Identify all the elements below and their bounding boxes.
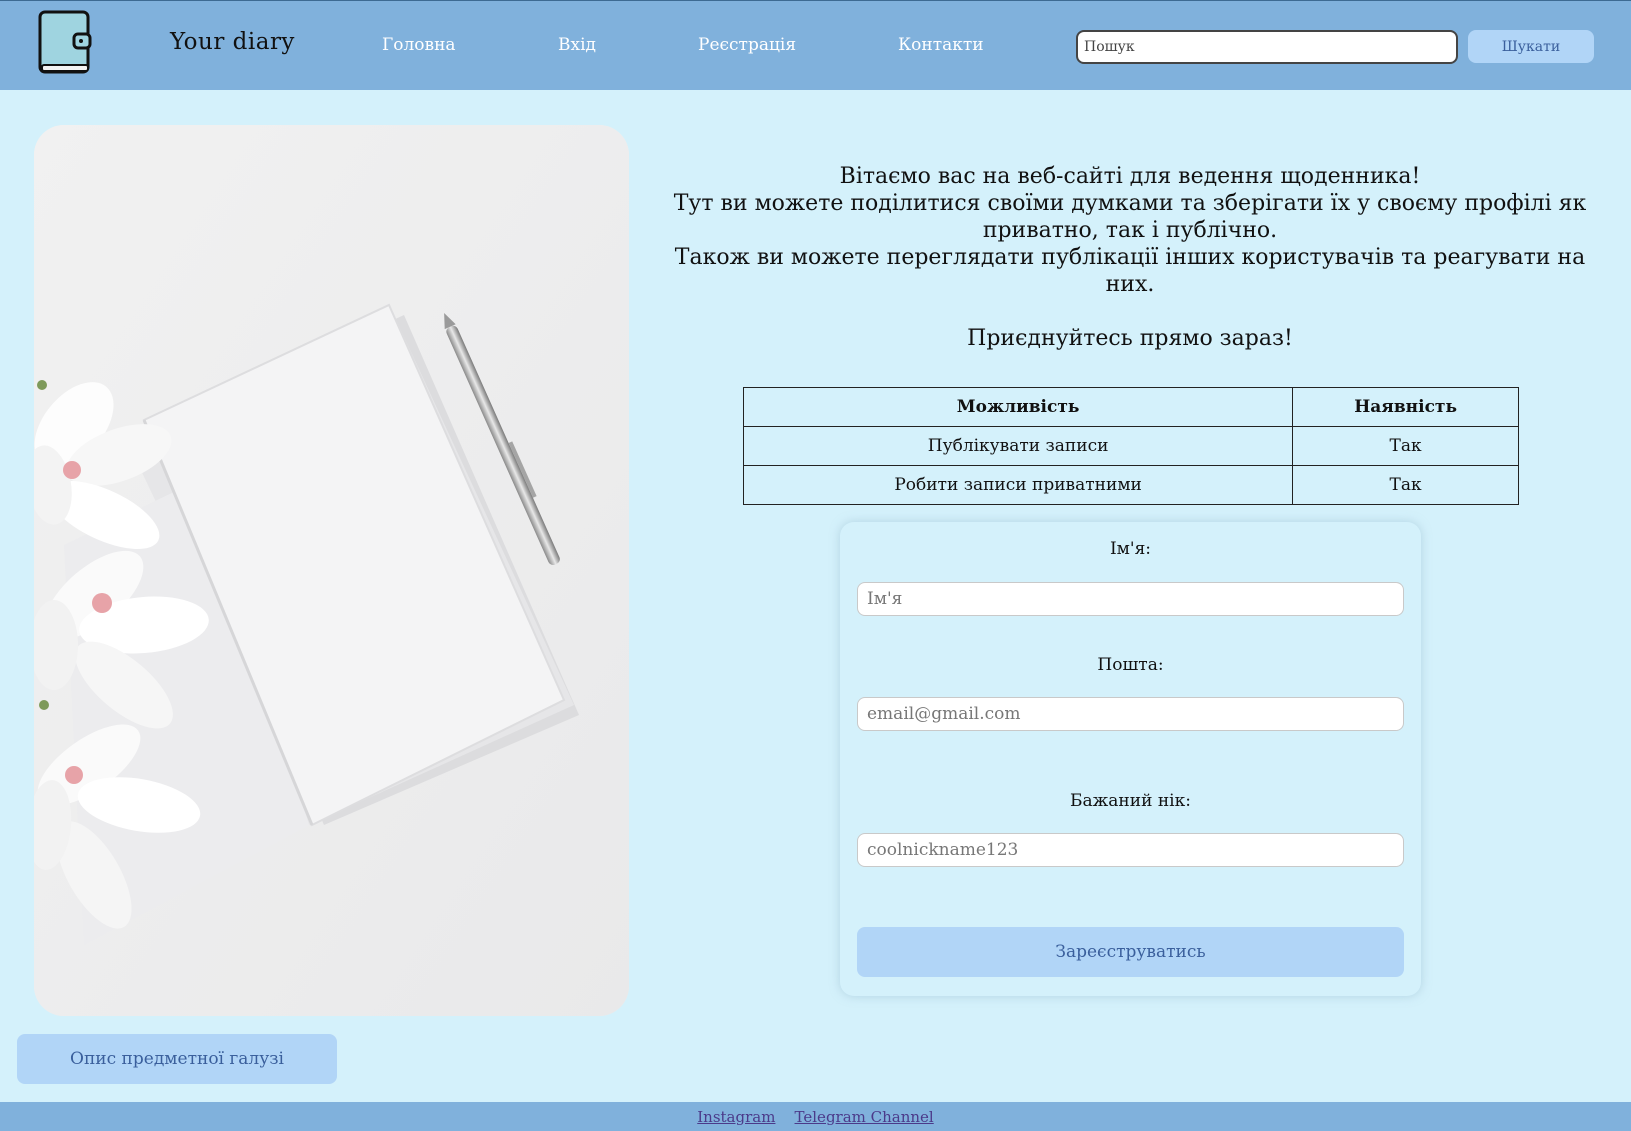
- intro-line-1: Вітаємо вас на веб-сайті для ведення щод…: [839, 164, 1421, 189]
- notebook-flowers-photo-icon: [34, 125, 629, 1016]
- table-header-cell: Можливість: [742, 387, 1294, 427]
- intro-text: Вітаємо вас на веб-сайті для ведення щод…: [670, 163, 1590, 352]
- site-footer: Instagram Telegram Channel: [0, 1102, 1631, 1131]
- intro-line-2: Тут ви можете поділитися своїми думками …: [673, 191, 1587, 243]
- name-field[interactable]: [857, 582, 1404, 616]
- domain-description-button[interactable]: Опис предметної галузі: [17, 1034, 337, 1084]
- features-table: Можливість Наявність Публікувати записи …: [742, 387, 1519, 505]
- nav-home[interactable]: Головна: [382, 35, 456, 55]
- nav-contacts[interactable]: Контакти: [898, 35, 984, 55]
- brand-title: Your diary: [170, 29, 295, 55]
- registration-form: Ім'я: Пошта: Бажаний нік: Зареєструватис…: [840, 522, 1421, 996]
- search-button[interactable]: Шукати: [1468, 30, 1594, 63]
- table-header-row: Можливість Наявність: [742, 387, 1519, 427]
- table-row: Публікувати записи Так: [742, 426, 1519, 466]
- join-call: Приєднуйтесь прямо зараз!: [967, 326, 1293, 351]
- telegram-link[interactable]: Telegram Channel: [795, 1108, 934, 1126]
- nickname-label: Бажаний нік:: [1070, 791, 1191, 811]
- table-cell: Робити записи приватними: [742, 465, 1294, 505]
- table-cell: Публікувати записи: [742, 426, 1294, 466]
- instagram-link[interactable]: Instagram: [697, 1108, 775, 1126]
- name-label: Ім'я:: [1109, 539, 1152, 559]
- table-cell: Так: [1292, 426, 1519, 466]
- email-label: Пошта:: [1097, 655, 1164, 675]
- table-row: Робити записи приватними Так: [742, 465, 1519, 505]
- intro-line-3: Також ви можете переглядати публікації і…: [674, 245, 1586, 297]
- email-field[interactable]: [857, 697, 1404, 731]
- hero-image: [34, 125, 629, 1016]
- table-cell: Так: [1292, 465, 1519, 505]
- nav-register[interactable]: Реєстрація: [698, 35, 796, 55]
- table-header-cell: Наявність: [1292, 387, 1519, 427]
- nickname-field[interactable]: [857, 833, 1404, 867]
- register-button[interactable]: Зареєструватись: [857, 927, 1404, 977]
- site-header: Your diary Головна Вхід Реєстрація Конта…: [0, 0, 1631, 90]
- diary-logo-icon[interactable]: [38, 10, 92, 75]
- search-input[interactable]: [1076, 30, 1458, 64]
- nav-login[interactable]: Вхід: [558, 35, 596, 55]
